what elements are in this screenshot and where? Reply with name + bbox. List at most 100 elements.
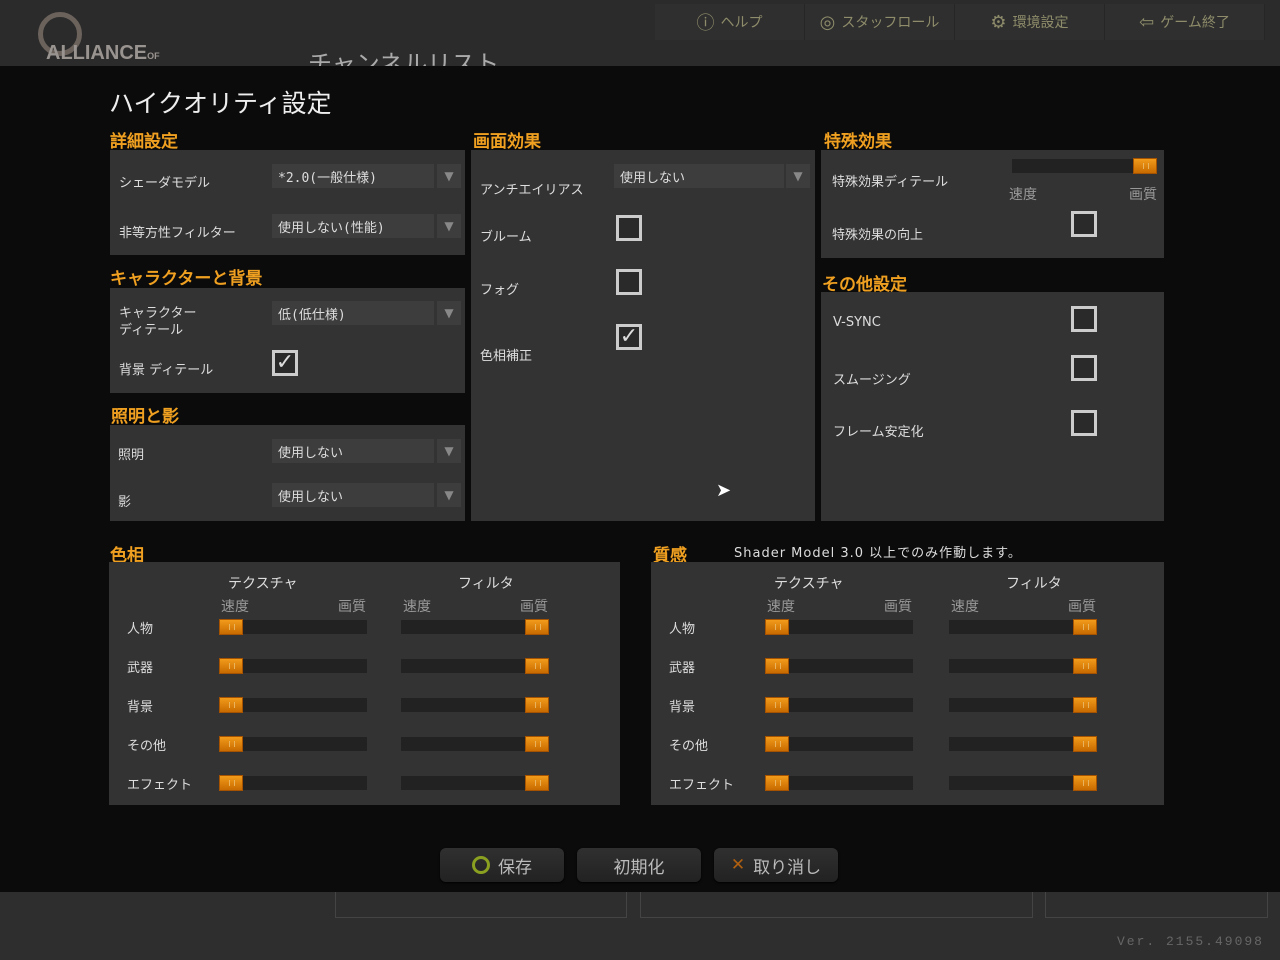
special-enhance-checkbox[interactable] [1071,211,1097,237]
texture-header: テクスチャ [774,576,844,592]
texture-slider[interactable] [219,697,367,713]
chevron-down-icon[interactable]: ▼ [437,301,461,325]
row-label: 武器 [127,661,154,676]
slider-thumb[interactable] [765,736,789,752]
row-label: 背景 [669,700,696,715]
slider-thumb[interactable] [1073,697,1097,713]
filter-slider[interactable] [949,736,1097,752]
exit-label: ゲーム終了 [1160,15,1230,31]
cancel-label: 取り消し [753,857,822,878]
shader-dropdown[interactable]: *2.0(一般仕様) [272,164,434,188]
texture-slider[interactable] [765,736,913,752]
slider-thumb[interactable] [525,775,549,791]
game-logo: ALLIANCEOF [38,12,208,66]
texture-slider[interactable] [765,658,913,674]
slider-thumb[interactable] [525,619,549,635]
section-screen: 画面効果 [473,132,541,152]
color-correct-checkbox[interactable]: ✓ [616,324,642,350]
filter-slider[interactable] [949,619,1097,635]
help-icon: ⓘ [696,13,715,34]
chevron-down-icon[interactable]: ▼ [786,164,810,188]
smoothing-checkbox[interactable] [1071,355,1097,381]
slider-thumb[interactable] [765,697,789,713]
special-detail-slider[interactable] [1012,158,1157,174]
bottom-panel [1045,892,1268,918]
chevron-down-icon[interactable]: ▼ [437,214,461,238]
slider-thumb[interactable] [219,697,243,713]
reset-label: 初期化 [613,857,665,878]
filter-header: フィルタ [1006,576,1062,592]
vsync-checkbox[interactable] [1071,306,1097,332]
staff-roll-label: スタッフロール [841,15,940,31]
slider-thumb[interactable] [1133,158,1157,174]
bloom-checkbox[interactable] [616,215,642,241]
cancel-button[interactable]: ✕ 取り消し [714,848,838,882]
slider-thumb[interactable] [219,619,243,635]
row-label: 背景 [127,700,154,715]
light-dropdown[interactable]: 使用しない [272,439,434,463]
chevron-down-icon[interactable]: ▼ [437,164,461,188]
filter-slider[interactable] [401,697,549,713]
slider-thumb[interactable] [765,775,789,791]
slider-thumb[interactable] [525,697,549,713]
filter-slider[interactable] [401,775,549,791]
shadow-dropdown[interactable]: 使用しない [272,483,434,507]
filter-slider[interactable] [401,658,549,674]
texture-slider[interactable] [765,775,913,791]
section-character: キャラクターと背景 [110,269,263,289]
slider-thumb[interactable] [1073,775,1097,791]
frame-stabilize-label: フレーム安定化 [833,425,924,440]
char-detail-label-2: ディテール [119,323,184,338]
filter-slider[interactable] [401,619,549,635]
circle-icon [472,856,490,874]
slider-thumb[interactable] [765,658,789,674]
vsync-label: V-SYNC [833,315,881,330]
section-special: 特殊効果 [824,132,892,152]
slider-thumb[interactable] [1073,736,1097,752]
settings-button[interactable]: ⚙ 環境設定 [955,4,1105,40]
save-button[interactable]: 保存 [440,848,564,882]
filter-slider[interactable] [949,658,1097,674]
texture-speed-label: 速度 [221,599,249,615]
aa-label: アンチエイリアス [480,183,584,198]
row-label: 人物 [669,622,696,637]
slider-thumb[interactable] [525,658,549,674]
texture-slider[interactable] [219,658,367,674]
chevron-down-icon[interactable]: ▼ [437,483,461,507]
aniso-dropdown[interactable]: 使用しない(性能) [272,214,434,238]
slider-thumb[interactable] [1073,619,1097,635]
slider-thumb[interactable] [219,736,243,752]
texture-quality-label: 画質 [884,599,912,615]
frame-stabilize-checkbox[interactable] [1071,410,1097,436]
slider-thumb[interactable] [219,658,243,674]
slider-thumb[interactable] [765,619,789,635]
bg-detail-checkbox[interactable]: ✓ [272,350,298,376]
aa-dropdown[interactable]: 使用しない [614,164,784,188]
help-label: ヘルプ [720,15,763,31]
chevron-down-icon[interactable]: ▼ [437,439,461,463]
bottom-panel [640,892,1033,918]
help-button[interactable]: ⓘ ヘルプ [655,4,805,40]
texture-slider[interactable] [219,736,367,752]
save-label: 保存 [498,857,532,878]
texture-slider[interactable] [765,697,913,713]
slider-thumb[interactable] [525,736,549,752]
row-label: その他 [127,739,167,754]
reset-button[interactable]: 初期化 [577,848,701,882]
filter-slider[interactable] [949,697,1097,713]
mouse-cursor-icon: ➤ [716,480,732,501]
close-icon: ✕ [730,855,746,875]
staff-roll-button[interactable]: ◎ スタッフロール [805,4,955,40]
texture-slider[interactable] [219,619,367,635]
texture-slider[interactable] [219,775,367,791]
exit-game-button[interactable]: ⇦ ゲーム終了 [1105,4,1265,40]
filter-slider[interactable] [401,736,549,752]
filter-slider[interactable] [949,775,1097,791]
fog-checkbox[interactable] [616,269,642,295]
slider-thumb[interactable] [1073,658,1097,674]
texture-header: テクスチャ [228,576,298,592]
char-detail-dropdown[interactable]: 低(低仕様) [272,301,434,325]
shader-note: Shader Model 3.0 以上でのみ作動します。 [734,546,1022,561]
slider-thumb[interactable] [219,775,243,791]
texture-slider[interactable] [765,619,913,635]
